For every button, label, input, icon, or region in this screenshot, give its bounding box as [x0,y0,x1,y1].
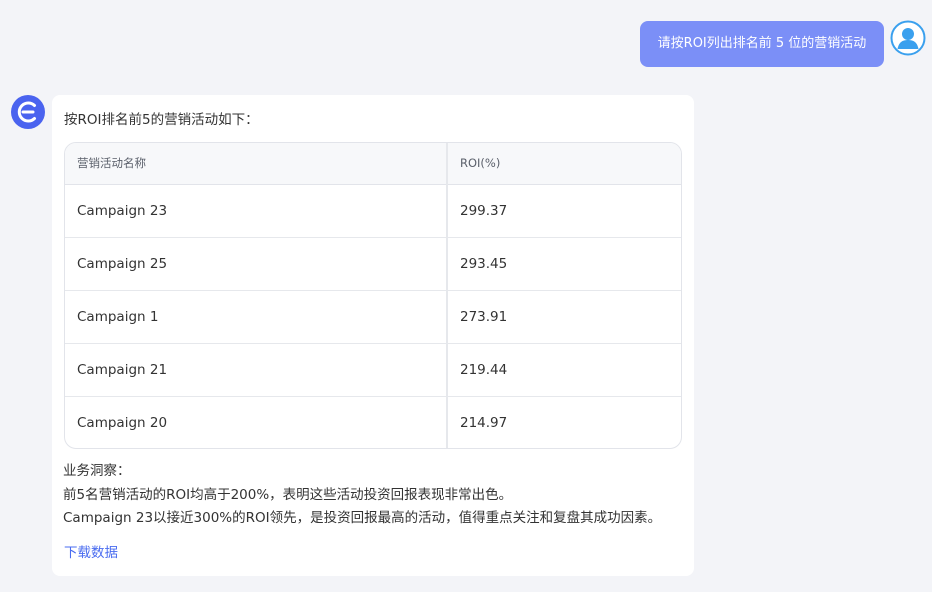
campaign-name-cell: Campaign 21 [65,343,448,397]
roi-cell: 219.44 [447,343,681,397]
column-header-roi: ROI(%) [447,143,681,185]
column-header-campaign-name: 营销活动名称 [65,143,448,185]
assistant-logo-icon [11,95,45,129]
campaign-name-cell: Campaign 25 [65,237,448,291]
insight-line: Campaign 23以接近300%的ROI领先，是投资回报最高的活动，值得重点… [63,510,662,526]
response-intro: 按ROI排名前5的营销活动如下： [64,112,259,128]
roi-cell: 293.45 [447,237,681,291]
campaign-name-cell: Campaign 1 [65,290,448,344]
table-row: Campaign 1 273.91 [65,290,681,344]
user-avatar-icon [890,20,926,56]
table-row: Campaign 20 214.97 [65,396,681,448]
campaign-name-cell: Campaign 20 [65,396,448,448]
table-row: Campaign 25 293.45 [65,237,681,291]
insight-title: 业务洞察： [63,463,131,479]
business-insight: 业务洞察： 前5名营销活动的ROI均高于200%，表明这些活动投资回报表现非常出… [63,460,661,531]
assistant-message-card: 按ROI排名前5的营销活动如下： 营销活动名称 ROI(%) Campaign … [52,95,694,576]
table-header-row: 营销活动名称 ROI(%) [65,143,681,185]
roi-cell: 299.37 [447,184,681,238]
table-row: Campaign 23 299.37 [65,184,681,238]
roi-table: 营销活动名称 ROI(%) Campaign 23 299.37 Campaig… [64,142,682,449]
insight-line: 前5名营销活动的ROI均高于200%，表明这些活动投资回报表现非常出色。 [63,486,513,503]
roi-cell: 214.97 [460,414,508,431]
campaign-name-cell: Campaign 23 [65,184,448,238]
table-row: Campaign 21 219.44 [65,343,681,397]
roi-cell: 273.91 [447,290,681,344]
download-data-link[interactable]: 下载数据 [64,541,118,561]
user-message-bubble: 请按ROI列出排名前 5 位的营销活动 [640,21,884,67]
